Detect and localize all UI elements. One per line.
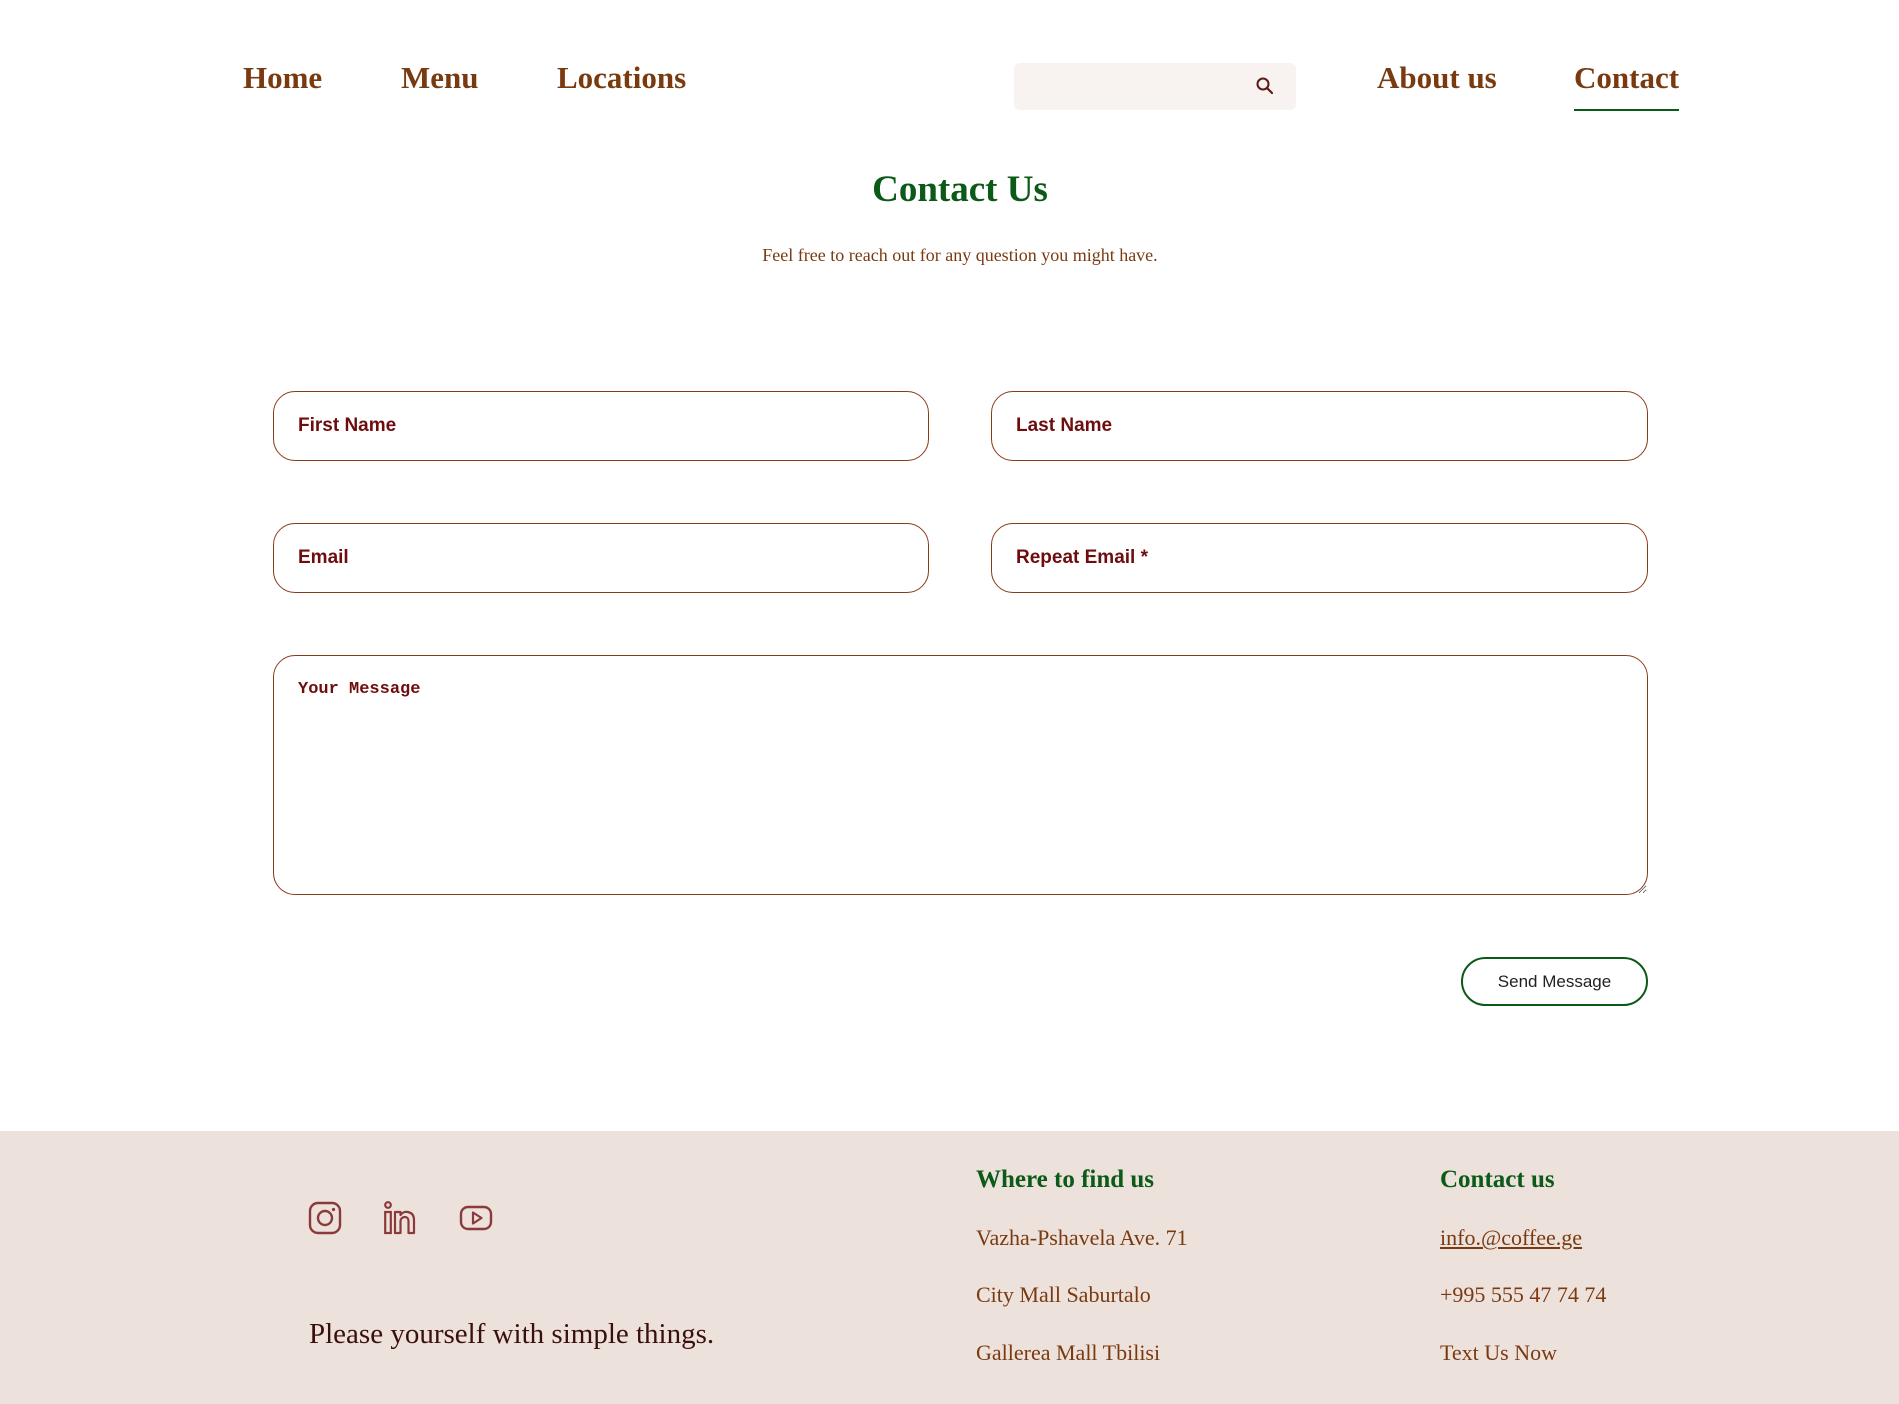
search-input[interactable] (1014, 63, 1244, 110)
location-item: Gallerea Mall Tbilisi (976, 1340, 1161, 1365)
page-subtitle: Feel free to reach out for any question … (762, 245, 1158, 265)
message-field[interactable] (273, 655, 1648, 895)
location-item: City Mall Saburtalo (976, 1282, 1151, 1307)
first-name-field[interactable] (273, 391, 929, 461)
footer-tagline: Please yourself with simple things. (309, 1318, 715, 1350)
contact-phone: +995 555 47 74 74 (1440, 1282, 1607, 1307)
page-title: Contact Us (872, 169, 1048, 210)
location-item: Vazha-Pshavela Ave. 71 (976, 1225, 1188, 1250)
send-message-button[interactable]: Send Message (1461, 957, 1648, 1006)
linkedin-icon[interactable] (382, 1200, 418, 1236)
youtube-icon[interactable] (458, 1200, 494, 1236)
nav-contact-link[interactable]: Contact (1574, 58, 1680, 111)
contact-email-link[interactable]: info.@coffee.ge (1440, 1225, 1582, 1251)
repeat-email-field[interactable] (991, 523, 1648, 593)
nav-about-link[interactable]: About us (1377, 58, 1497, 98)
top-navigation: Home Menu Locations About us Contact (0, 0, 1899, 120)
last-name-field[interactable] (991, 391, 1648, 461)
email-field[interactable] (273, 523, 929, 593)
search-box (1014, 63, 1296, 110)
where-to-find-us-heading: Where to find us (976, 1166, 1155, 1193)
contact-us-heading: Contact us (1440, 1166, 1555, 1193)
text-us-now: Text Us Now (1440, 1340, 1558, 1365)
nav-home-link[interactable]: Home (243, 58, 322, 98)
nav-menu-link[interactable]: Menu (401, 58, 479, 98)
footer (0, 1131, 1899, 1404)
instagram-icon[interactable] (307, 1200, 343, 1236)
nav-locations-link[interactable]: Locations (557, 58, 686, 98)
search-icon[interactable] (1254, 75, 1276, 97)
